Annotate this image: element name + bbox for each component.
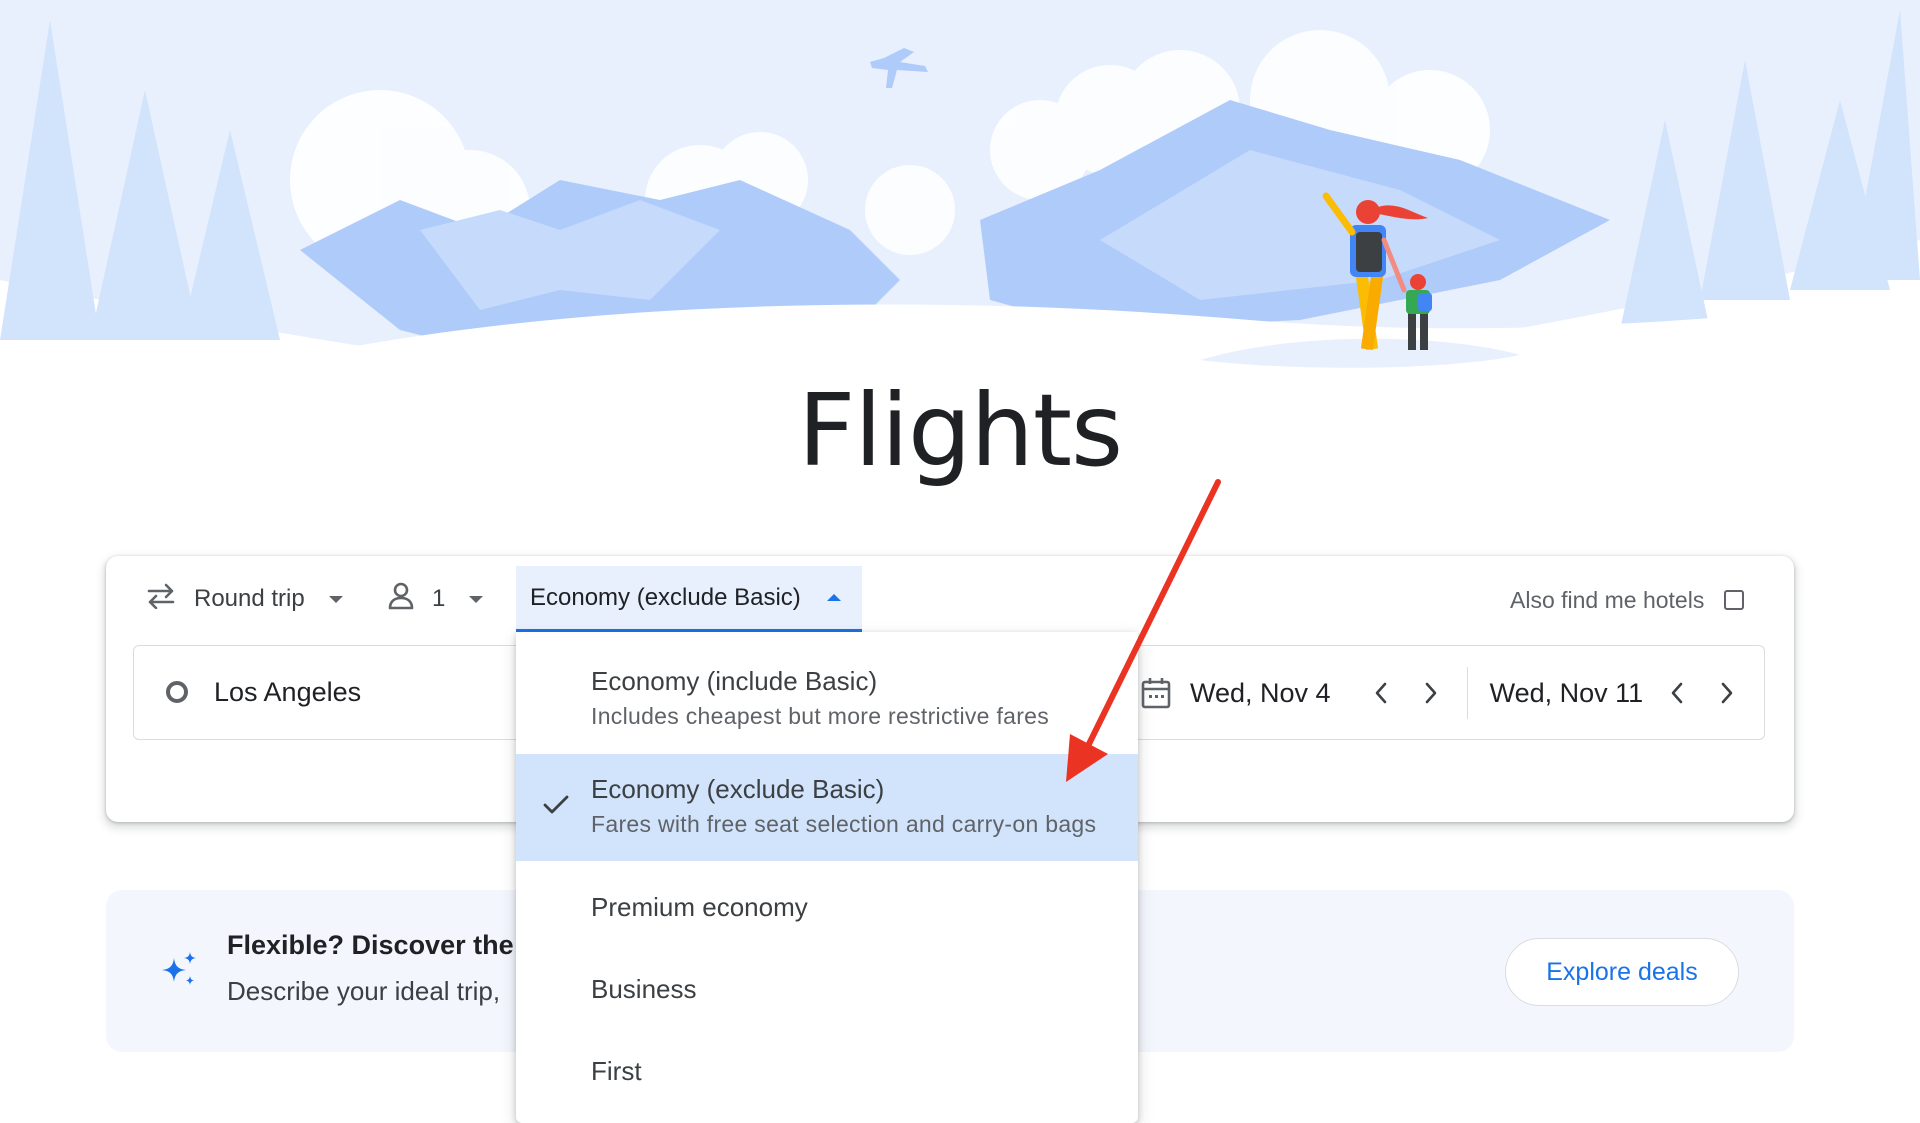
origin-field[interactable]: Los Angeles bbox=[166, 672, 361, 712]
origin-ring-icon bbox=[166, 681, 188, 703]
checkmark-icon bbox=[542, 794, 570, 821]
also-find-hotels-label: Also find me hotels bbox=[1510, 586, 1705, 613]
hotels-checkbox[interactable] bbox=[1724, 590, 1745, 610]
origin-value: Los Angeles bbox=[214, 676, 362, 707]
cabin-class-select[interactable]: Economy (exclude Basic) bbox=[516, 566, 862, 632]
return-next-icon[interactable] bbox=[1707, 673, 1747, 713]
calendar-icon bbox=[1140, 676, 1172, 710]
menu-item-label: First bbox=[591, 1056, 642, 1086]
menu-item-first[interactable]: First bbox=[516, 1032, 1138, 1112]
menu-item-description: Fares with free seat selection and carry… bbox=[591, 811, 1097, 837]
menu-item-label: Economy (exclude Basic) bbox=[591, 774, 885, 804]
swap-arrows-icon bbox=[146, 583, 176, 616]
trip-type-select[interactable]: Round trip bbox=[146, 566, 343, 632]
date-divider bbox=[1466, 667, 1468, 719]
menu-item-economy-exclude-basic[interactable]: Economy (exclude Basic) Fares with free … bbox=[516, 754, 1138, 861]
promo-title: Flexible? Discover the bbox=[227, 930, 514, 960]
date-fields: Wed, Nov 4 Wed, Nov 11 bbox=[1140, 652, 1760, 734]
page-title: Flights bbox=[797, 372, 1123, 489]
menu-item-premium-economy[interactable]: Premium economy bbox=[516, 868, 1138, 948]
trip-type-label: Round trip bbox=[194, 585, 305, 612]
departure-prev-icon[interactable] bbox=[1361, 673, 1401, 713]
person-icon bbox=[388, 582, 414, 617]
also-find-hotels[interactable]: Also find me hotels bbox=[1510, 580, 1745, 620]
cabin-class-label: Economy (exclude Basic) bbox=[530, 583, 801, 611]
return-date[interactable]: Wed, Nov 11 bbox=[1490, 678, 1644, 709]
menu-item-label: Business bbox=[591, 974, 697, 1004]
menu-item-label: Economy (include Basic) bbox=[591, 666, 878, 696]
chevron-down-icon bbox=[469, 595, 484, 603]
explore-deals-button[interactable]: Explore deals bbox=[1505, 938, 1739, 1006]
menu-item-description: Includes cheapest but more restrictive f… bbox=[591, 703, 1050, 729]
passenger-count: 1 bbox=[432, 585, 446, 612]
return-prev-icon[interactable] bbox=[1657, 673, 1697, 713]
hero-illustration bbox=[0, 0, 1920, 400]
menu-item-economy-include-basic[interactable]: Economy (include Basic) Includes cheapes… bbox=[516, 632, 1138, 741]
passengers-select[interactable]: 1 bbox=[388, 566, 484, 632]
promo-text: Describe your ideal trip, bbox=[227, 976, 501, 1006]
menu-item-label: Premium economy bbox=[591, 892, 808, 922]
sparkle-icon bbox=[160, 950, 200, 995]
departure-date[interactable]: Wed, Nov 4 bbox=[1190, 678, 1331, 709]
chevron-up-icon bbox=[826, 594, 841, 601]
departure-next-icon[interactable] bbox=[1411, 673, 1451, 713]
menu-item-business[interactable]: Business bbox=[516, 950, 1138, 1030]
chevron-down-icon bbox=[328, 595, 343, 603]
cabin-class-menu: Economy (include Basic) Includes cheapes… bbox=[516, 632, 1138, 1123]
